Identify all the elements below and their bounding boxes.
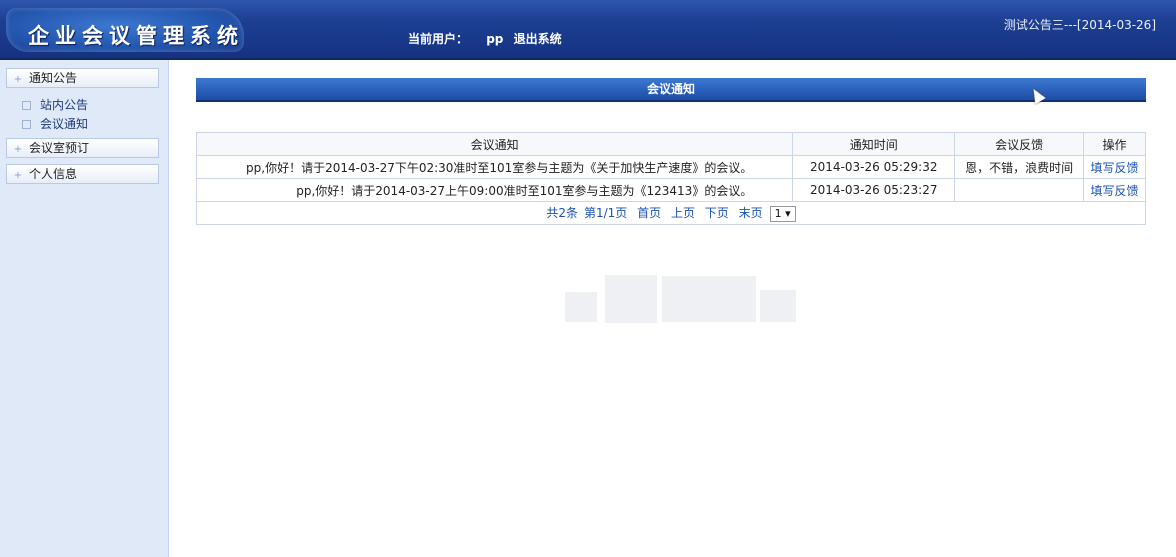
pager-next[interactable]: 下页: [705, 206, 729, 220]
table-header-row: 会议通知 通知时间 会议反馈 操作: [195, 132, 1146, 156]
expand-icon: +: [13, 144, 23, 155]
sidebar-menu-label: 个人信息: [29, 167, 78, 181]
write-feedback-link[interactable]: 填写反馈: [1091, 161, 1139, 175]
meeting-notice-table: 会议通知 通知时间 会议反馈 操作 pp,你好！请于2014-03-27下午02…: [195, 132, 1146, 225]
sidebar-item-site-notice[interactable]: 站内公告: [22, 96, 88, 113]
current-user-bar: 当前用户： pp 退出系统: [408, 30, 562, 47]
sidebar-menu-personal-info[interactable]: + 个人信息: [6, 164, 159, 184]
table-row: pp,你好！请于2014-03-27下午02:30准时至101室参与主题为《关于…: [195, 155, 1146, 179]
action-cell: 填写反馈: [1083, 155, 1146, 179]
pager-total: 共2条: [546, 206, 578, 220]
sidebar-menu-label: 会议室预订: [29, 141, 90, 155]
notice-feedback: 恩，不错，浪费时间: [954, 155, 1085, 179]
sidebar-item-label: 站内公告: [40, 98, 89, 112]
watermark-shape: [760, 290, 796, 322]
watermark-shape: [565, 292, 597, 322]
page-title: 会议通知: [196, 78, 1146, 102]
sidebar-item-label: 会议通知: [40, 117, 89, 131]
app-header: 企业会议管理系统 当前用户： pp 退出系统 测试公告三---[2014-03-…: [0, 0, 1176, 60]
sidebar-menu-label: 通知公告: [29, 71, 78, 85]
table-row: pp,你好！请于2014-03-27上午09:00准时至101室参与主题为《12…: [195, 178, 1146, 202]
pager: 共2条 第1/1页 首页 上页 下页 末页 1 ▾: [196, 201, 1146, 225]
notice-time: 2014-03-26 05:23:27: [792, 178, 956, 202]
pager-row: 共2条 第1/1页 首页 上页 下页 末页 1 ▾: [196, 201, 1146, 225]
app-logo: 企业会议管理系统: [6, 8, 244, 52]
sidebar-menu-notice[interactable]: + 通知公告: [6, 68, 159, 88]
app-title: 企业会议管理系统: [28, 23, 244, 48]
bullet-icon: [22, 101, 31, 110]
page-select[interactable]: 1 ▾: [769, 206, 796, 222]
expand-icon: +: [13, 74, 23, 85]
pager-page-info: 第1/1页: [583, 206, 628, 220]
announcement-ticker[interactable]: 测试公告三---[2014-03-26]: [1004, 16, 1156, 33]
pager-first[interactable]: 首页: [637, 206, 661, 220]
current-user-label: 当前用户：: [408, 32, 469, 46]
action-cell: 填写反馈: [1083, 178, 1146, 202]
column-header-action: 操作: [1083, 132, 1146, 156]
expand-icon: +: [13, 170, 23, 181]
sidebar: + 通知公告 站内公告 会议通知 + 会议室预订 + 个人信息: [0, 60, 169, 557]
pager-last[interactable]: 末页: [739, 206, 763, 220]
current-username: pp: [486, 32, 504, 46]
pager-prev[interactable]: 上页: [671, 206, 695, 220]
watermark-shape: [662, 276, 756, 322]
column-header-time: 通知时间: [792, 132, 956, 156]
watermark-shape: [605, 275, 657, 323]
logout-link[interactable]: 退出系统: [514, 32, 562, 46]
column-header-feedback: 会议反馈: [954, 132, 1085, 156]
sidebar-item-meeting-notice[interactable]: 会议通知: [22, 115, 88, 132]
column-header-notice: 会议通知: [195, 132, 794, 156]
sidebar-menu-room-booking[interactable]: + 会议室预订: [6, 138, 159, 158]
notice-message: pp,你好！请于2014-03-27上午09:00准时至101室参与主题为《12…: [195, 178, 794, 202]
write-feedback-link[interactable]: 填写反馈: [1091, 184, 1139, 198]
notice-message: pp,你好！请于2014-03-27下午02:30准时至101室参与主题为《关于…: [195, 155, 794, 179]
notice-time: 2014-03-26 05:29:32: [792, 155, 956, 179]
notice-feedback: [954, 178, 1085, 202]
bullet-icon: [22, 120, 31, 129]
